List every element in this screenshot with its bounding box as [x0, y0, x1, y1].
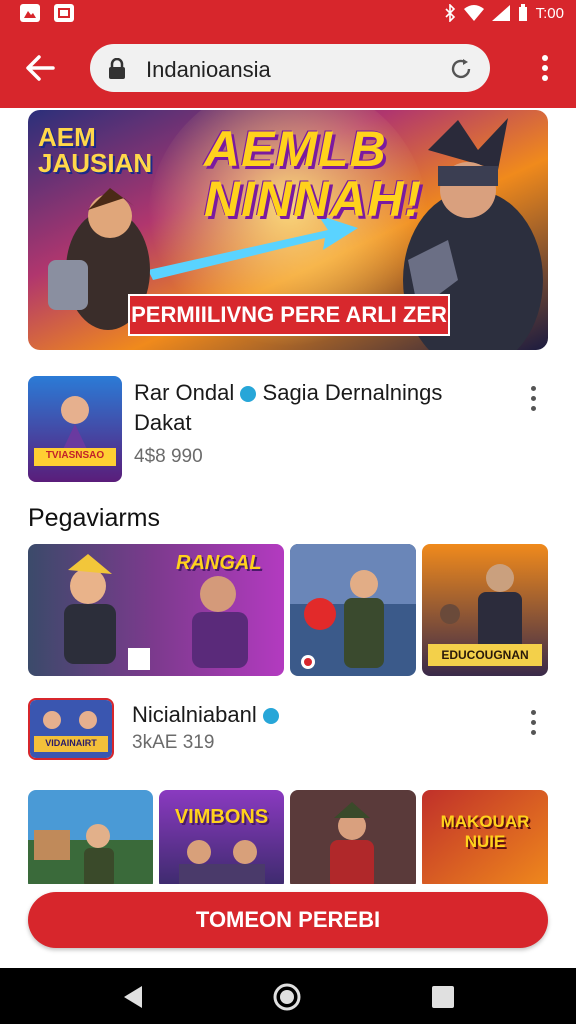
- battery-icon: [518, 4, 527, 21]
- video-tile-3-label: EDUCOUGNAN: [441, 648, 529, 662]
- video-tile-5[interactable]: VIMBONS: [159, 790, 284, 890]
- status-bar: T:00: [0, 0, 576, 28]
- hero-title-line1: AEMLB: [204, 121, 387, 177]
- video-tile-6-art: [290, 790, 416, 890]
- reload-icon[interactable]: [448, 56, 474, 82]
- video-tile-2-art: [290, 544, 416, 676]
- channel-1-thumb-label: TVIASNSAO: [45, 450, 105, 461]
- overflow-menu-button[interactable]: [540, 54, 550, 87]
- video-tile-1-label: RANGAL: [176, 552, 262, 574]
- home-circle-icon[interactable]: [272, 982, 302, 1012]
- channel-2-more-button[interactable]: [528, 710, 538, 735]
- more-dot-icon: [530, 396, 536, 401]
- channel-1-more-button[interactable]: [528, 386, 538, 411]
- hero-logo-text: AEM JAUSIAN: [38, 122, 153, 178]
- video-tile-5-art: [159, 790, 284, 890]
- channel-1-meta: 4$8 990: [134, 446, 203, 467]
- more-dot-icon: [530, 406, 536, 411]
- hero-logo: AEM JAUSIAN: [38, 124, 152, 176]
- channel-1-title-line: Rar Ondal Sagia Dernalnings: [134, 378, 514, 408]
- video-tile-7-label: MAKOUAR NUIE: [440, 812, 530, 851]
- lock-icon: [109, 58, 125, 79]
- channel-1-subtitle: Sagia Dernalnings: [262, 380, 443, 405]
- channel-1-name-line2: Dakat: [134, 410, 192, 435]
- video-tile-2[interactable]: [290, 544, 416, 676]
- channel-2-avatar[interactable]: VIDAINAIRT: [28, 698, 114, 760]
- address-bar[interactable]: Indanioansia: [90, 44, 490, 92]
- more-dot-icon: [530, 386, 536, 391]
- channel-row-2[interactable]: VIDAINAIRT Nicialniabanl 3kAE 319: [28, 698, 548, 762]
- hero-banner[interactable]: AEM JAUSIAN AEMLB NINNAH! PERMIILIVNG PE…: [28, 110, 548, 350]
- video-tile-5-label: VIMBONS: [174, 806, 269, 828]
- back-button[interactable]: [20, 50, 60, 86]
- photo-icon: [20, 4, 40, 22]
- hero-ribbon: PERMIILIVNG PERE ARLI ZER: [128, 294, 450, 336]
- image-icon: [54, 4, 74, 22]
- recents-square-icon[interactable]: [430, 984, 456, 1010]
- channel-2-title-line: Nicialniabanl: [132, 700, 512, 730]
- video-tile-7[interactable]: MAKOUAR NUIE: [422, 790, 548, 890]
- channel-1-name[interactable]: Rar Ondal: [134, 380, 234, 405]
- more-dot-icon: [530, 730, 536, 735]
- channel-2-thumb-label: VIDAINAIRT: [45, 738, 97, 748]
- more-dot-icon: [530, 710, 536, 715]
- video-tile-3[interactable]: EDUCOUGNAN: [422, 544, 548, 676]
- channel-1-thumbnail: [28, 376, 122, 482]
- channel-row-1[interactable]: TVIASNSAO Rar Ondal Sagia Dernalnings Da…: [28, 376, 548, 484]
- wifi-icon: [463, 5, 484, 21]
- video-tile-4-art: [28, 790, 153, 890]
- primary-cta-button[interactable]: TOMEON PEREBI: [28, 892, 548, 948]
- browser-toolbar: Indanioansia: [0, 28, 576, 108]
- video-tile-4[interactable]: [28, 790, 153, 890]
- clock: T:00: [535, 4, 564, 22]
- system-nav-bar: [0, 968, 576, 1024]
- section-title: Pegaviarms: [28, 504, 160, 532]
- back-arrow-icon: [26, 55, 55, 81]
- back-triangle-icon[interactable]: [120, 984, 146, 1010]
- channel-2-name[interactable]: Nicialniabanl: [132, 702, 257, 727]
- url-text: Indanioansia: [146, 57, 271, 82]
- hero-title: AEMLB NINNAH!: [204, 124, 422, 224]
- verified-icon: [262, 708, 279, 724]
- channel-2-meta: 3kAE 319: [132, 732, 215, 753]
- hero-title-line2: NINNAH!: [204, 171, 423, 227]
- verified-icon: [240, 386, 257, 402]
- more-dot-icon: [530, 720, 536, 725]
- video-tile-1[interactable]: RANGAL: [28, 544, 284, 676]
- overflow-menu-icon: [542, 55, 548, 81]
- channel-2-thumbnail: [30, 700, 112, 758]
- bluetooth-icon: [445, 4, 455, 22]
- signal-icon: [491, 5, 510, 21]
- channel-1-avatar[interactable]: TVIASNSAO: [28, 376, 122, 482]
- video-tile-6[interactable]: [290, 790, 416, 890]
